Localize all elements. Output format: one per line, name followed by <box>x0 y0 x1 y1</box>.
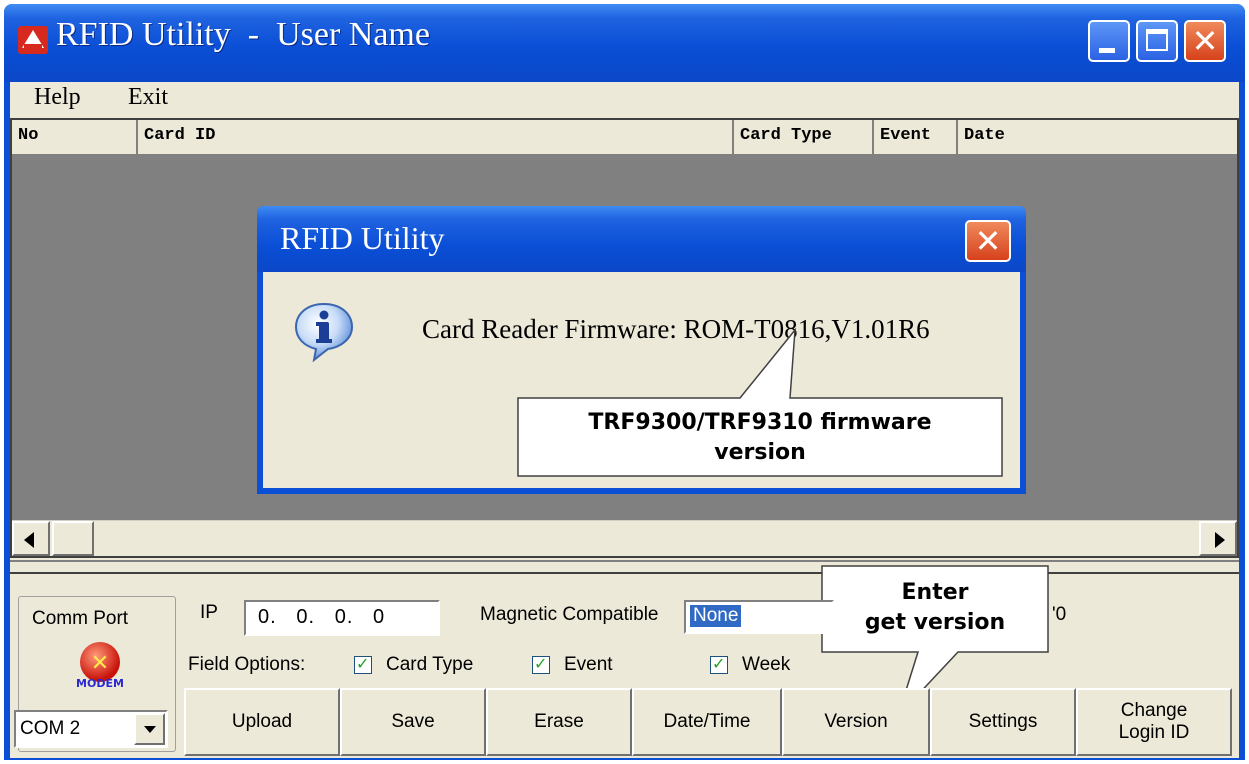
scroll-left-button[interactable] <box>12 521 50 556</box>
column-header-date[interactable]: Date <box>958 120 1237 154</box>
close-icon: ✕ <box>1191 22 1219 60</box>
change-login-label-line1: Change <box>1120 700 1188 721</box>
card-type-checkbox-label[interactable]: Card Type <box>386 654 473 676</box>
upload-button[interactable]: Upload <box>184 688 340 756</box>
close-icon: ✕ <box>974 222 1002 260</box>
version-button[interactable]: Version <box>782 688 930 756</box>
menu-help[interactable]: Help <box>34 84 81 111</box>
horizontal-scrollbar[interactable] <box>12 520 1237 556</box>
version-callout-line1: Enter <box>901 580 969 605</box>
modem-icon[interactable]: ✕ MODEM <box>62 640 138 690</box>
week-checkbox-label[interactable]: Week <box>742 654 790 676</box>
app-icon <box>18 26 48 54</box>
panel-splitter[interactable] <box>10 560 1239 574</box>
dialog-title: RFID Utility <box>280 220 445 256</box>
change-login-label-line2: Login ID <box>1118 722 1190 743</box>
chevron-down-icon[interactable] <box>134 713 165 745</box>
change-login-id-button[interactable]: Change Login ID <box>1076 688 1232 756</box>
arrow-left-icon <box>24 532 34 548</box>
scroll-thumb[interactable] <box>52 521 94 556</box>
firmware-callout: TRF9300/TRF9310 firmware version <box>518 400 1002 474</box>
save-button[interactable]: Save <box>340 688 486 756</box>
settings-button[interactable]: Settings <box>930 688 1076 756</box>
info-icon <box>292 300 356 364</box>
column-header-event[interactable]: Event <box>874 120 958 154</box>
version-callout: Enter get version <box>822 566 1048 652</box>
maximize-button[interactable] <box>1136 20 1178 62</box>
magnetic-compatible-value: None <box>690 605 742 627</box>
comm-port-label: Comm Port <box>28 608 133 630</box>
column-header-card-type[interactable]: Card Type <box>734 120 874 154</box>
close-button[interactable]: ✕ <box>1184 20 1226 62</box>
event-checkbox[interactable] <box>532 654 550 674</box>
arrow-right-icon <box>1215 532 1225 548</box>
erase-button[interactable]: Erase <box>486 688 632 756</box>
ip-label: IP <box>200 602 218 623</box>
date-time-button[interactable]: Date/Time <box>632 688 782 756</box>
field-options-label: Field Options: <box>188 654 306 675</box>
modem-label: MODEM <box>76 677 124 690</box>
week-checkbox[interactable] <box>710 654 728 674</box>
com-port-value: COM 2 <box>20 718 81 739</box>
ip-address-value: 0. 0. 0. 0 <box>258 606 386 628</box>
menu-bar <box>10 82 1239 116</box>
minimize-button[interactable] <box>1088 20 1130 62</box>
card-type-checkbox[interactable] <box>354 654 372 674</box>
column-header-card-id[interactable]: Card ID <box>138 120 734 154</box>
event-checkbox-label[interactable]: Event <box>564 654 613 676</box>
firmware-callout-line2: version <box>714 440 806 465</box>
magnetic-compatible-label: Magnetic Compatible <box>480 604 659 625</box>
version-callout-line2: get version <box>864 610 1006 635</box>
dialog-close-button[interactable]: ✕ <box>965 220 1011 262</box>
scroll-right-button[interactable] <box>1199 521 1237 556</box>
column-header-no[interactable]: No <box>12 120 138 154</box>
firmware-callout-line1: TRF9300/TRF9310 firmware <box>588 410 932 435</box>
svg-text:✕: ✕ <box>91 651 109 676</box>
dialog-message: Card Reader Firmware: ROM-T0816,V1.01R6 <box>422 314 930 344</box>
partial-text: '0 <box>1052 604 1067 625</box>
menu-exit[interactable]: Exit <box>128 84 168 111</box>
window-title: RFID Utility - User Name <box>56 16 430 53</box>
